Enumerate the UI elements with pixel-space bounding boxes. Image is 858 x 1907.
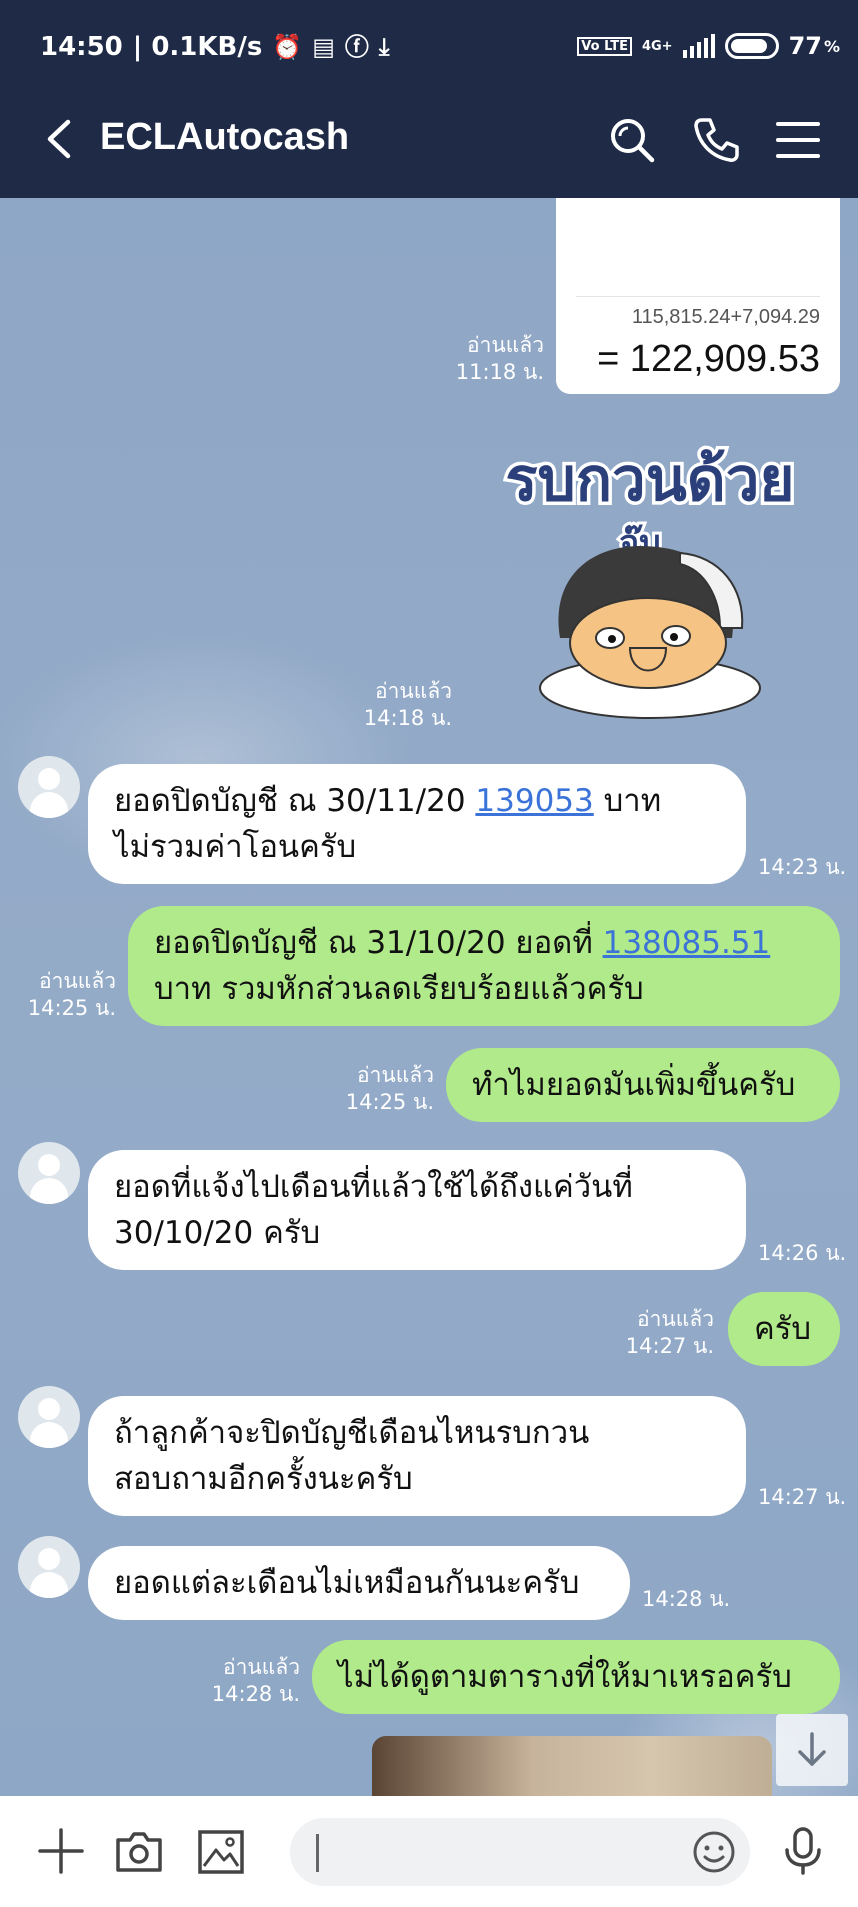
battery-icon bbox=[724, 33, 779, 59]
read-receipt: อ่านแล้ว bbox=[637, 1307, 714, 1331]
scroll-down-button[interactable] bbox=[776, 1714, 848, 1786]
outgoing-message[interactable]: ทำไมยอดมันเพิ่มขึ้นครับ bbox=[446, 1048, 840, 1122]
text-caret bbox=[316, 1834, 319, 1872]
avatar[interactable] bbox=[18, 1386, 80, 1448]
image-message[interactable] bbox=[372, 1736, 772, 1796]
incoming-message[interactable]: ยอดที่แจ้งไปเดือนที่แล้วใช้ได้ถึงแค่วันท… bbox=[88, 1150, 746, 1270]
incoming-message[interactable]: ยอดปิดบัญชี ณ 30/11/20 139053 บาท ไม่รวม… bbox=[88, 764, 746, 884]
chat-area[interactable]: 115,815.24+7,094.29 = 122,909.53 อ่านแล้… bbox=[0, 198, 858, 1796]
outgoing-message[interactable]: ครับ bbox=[728, 1292, 840, 1366]
scroll-down-icon bbox=[798, 1732, 826, 1766]
gallery-icon[interactable] bbox=[196, 1826, 246, 1876]
read-receipt: อ่านแล้ว bbox=[223, 1655, 300, 1679]
search-icon[interactable] bbox=[606, 114, 658, 166]
amount-link[interactable]: 139053 bbox=[475, 783, 593, 819]
message-time: 11:18 น. bbox=[455, 360, 544, 384]
emoji-icon[interactable] bbox=[692, 1830, 736, 1874]
amount-link[interactable]: 138085.51 bbox=[603, 925, 771, 961]
message-text: บาท bbox=[593, 783, 662, 819]
battery-level: 77 bbox=[788, 32, 822, 60]
download-icon: ⤓ bbox=[378, 33, 390, 61]
read-receipt: อ่านแล้ว bbox=[39, 969, 116, 993]
message-time: 14:26 น. bbox=[758, 1241, 847, 1265]
divider bbox=[576, 296, 820, 297]
outgoing-message[interactable]: ยอดปิดบัญชี ณ 31/10/20 ยอดที่ 138085.51 … bbox=[128, 906, 840, 1026]
message-text: ไม่รวมค่าโอนครับ bbox=[114, 829, 357, 865]
message-text: สอบถามอีกครั้งนะครับ bbox=[114, 1461, 413, 1497]
incoming-message[interactable]: ถ้าลูกค้าจะปิดบัญชีเดือนไหนรบกวน สอบถามอ… bbox=[88, 1396, 746, 1516]
notification-icon: ▤ bbox=[312, 33, 335, 61]
image-message[interactable]: 115,815.24+7,094.29 = 122,909.53 bbox=[556, 198, 840, 394]
microphone-icon[interactable] bbox=[778, 1826, 828, 1876]
message-text: ไม่ได้ดูตามตารางที่ให้มาเหรอครับ bbox=[338, 1659, 792, 1695]
read-receipt: อ่านแล้ว bbox=[467, 333, 544, 357]
message-time: 14:28 น. bbox=[642, 1587, 731, 1611]
message-text: ครับ bbox=[754, 1311, 812, 1347]
message-meta: อ่านแล้ว 11:18 น. bbox=[456, 332, 544, 386]
phone-icon[interactable] bbox=[690, 114, 742, 166]
avatar[interactable] bbox=[18, 1142, 80, 1204]
status-right: Vo LTE 4G+ 77% bbox=[577, 32, 840, 60]
network-type: 4G+ bbox=[641, 38, 673, 54]
avatar[interactable] bbox=[18, 1536, 80, 1598]
status-time: 14:50 bbox=[40, 32, 123, 62]
message-meta: อ่านแล้ว 14:28 น. bbox=[212, 1654, 300, 1708]
chat-title: ECLAutocash bbox=[100, 116, 350, 158]
status-bar: 14:50 | 0.1KB/s ⏰ ▤ ⓕ ⤓ Vo LTE 4G+ 77% bbox=[0, 0, 858, 80]
message-text: ยอดแต่ละเดือนไม่เหมือนกันนะครับ bbox=[114, 1565, 580, 1601]
message-text: 30/10/20 ครับ bbox=[114, 1215, 321, 1251]
message-time: 14:28 น. bbox=[211, 1682, 300, 1706]
battery-unit: % bbox=[823, 36, 840, 56]
read-receipt: อ่านแล้ว bbox=[357, 1063, 434, 1087]
plus-icon[interactable] bbox=[36, 1826, 86, 1876]
avatar[interactable] bbox=[18, 756, 80, 818]
message-time: 14:27 น. bbox=[625, 1334, 714, 1358]
message-meta: อ่านแล้ว 14:27 น. bbox=[626, 1306, 714, 1360]
message-input[interactable] bbox=[290, 1818, 750, 1886]
message-time: 14:25 น. bbox=[27, 996, 116, 1020]
incoming-message[interactable]: ยอดแต่ละเดือนไม่เหมือนกันนะครับ bbox=[88, 1546, 630, 1620]
volte-icon: Vo LTE bbox=[577, 36, 632, 56]
message-meta: อ่านแล้ว 14:25 น. bbox=[28, 968, 116, 1022]
message-text: ยอดปิดบัญชี ณ 30/11/20 bbox=[114, 783, 476, 819]
message-time: 14:18 น. bbox=[363, 706, 452, 730]
outgoing-message[interactable]: ไม่ได้ดูตามตารางที่ให้มาเหรอครับ bbox=[312, 1640, 840, 1714]
calc-result: = 122,909.53 bbox=[597, 338, 820, 380]
network-speed: | 0.1KB/s bbox=[132, 32, 263, 62]
menu-icon[interactable] bbox=[772, 114, 824, 166]
back-arrow-icon[interactable] bbox=[40, 116, 80, 162]
read-receipt: อ่านแล้ว bbox=[375, 679, 452, 703]
message-text: ถ้าลูกค้าจะปิดบัญชีเดือนไหนรบกวน bbox=[114, 1415, 590, 1451]
signal-icon bbox=[682, 34, 715, 58]
status-left: 14:50 | 0.1KB/s ⏰ ▤ ⓕ ⤓ bbox=[40, 32, 390, 62]
chat-header: ECLAutocash bbox=[0, 80, 858, 198]
message-text: ทำไมยอดมันเพิ่มขึ้นครับ bbox=[472, 1067, 796, 1103]
message-text: บาท รวมหักส่วนลดเรียบร้อยแล้วครับ bbox=[154, 971, 644, 1007]
message-meta: อ่านแล้ว 14:25 น. bbox=[346, 1062, 434, 1116]
facebook-icon: ⓕ bbox=[344, 33, 369, 61]
sticker-image[interactable]: รบกวนด้วย จ๊บ bbox=[480, 438, 820, 728]
camera-icon[interactable] bbox=[114, 1826, 164, 1876]
message-time: 14:23 น. bbox=[758, 855, 847, 879]
calc-expression: 115,815.24+7,094.29 bbox=[631, 306, 820, 328]
alarm-icon: ⏰ bbox=[272, 33, 303, 61]
message-time: 14:25 น. bbox=[345, 1090, 434, 1114]
message-input-bar bbox=[0, 1796, 858, 1907]
message-time: 14:27 น. bbox=[758, 1485, 847, 1509]
message-meta: อ่านแล้ว 14:18 น. bbox=[364, 678, 452, 732]
sticker-text: รบกวนด้วย bbox=[505, 445, 794, 515]
message-text: ยอดที่แจ้งไปเดือนที่แล้วใช้ได้ถึงแค่วันท… bbox=[114, 1169, 633, 1205]
message-text: ยอดปิดบัญชี ณ 31/10/20 ยอดที่ bbox=[154, 925, 603, 961]
